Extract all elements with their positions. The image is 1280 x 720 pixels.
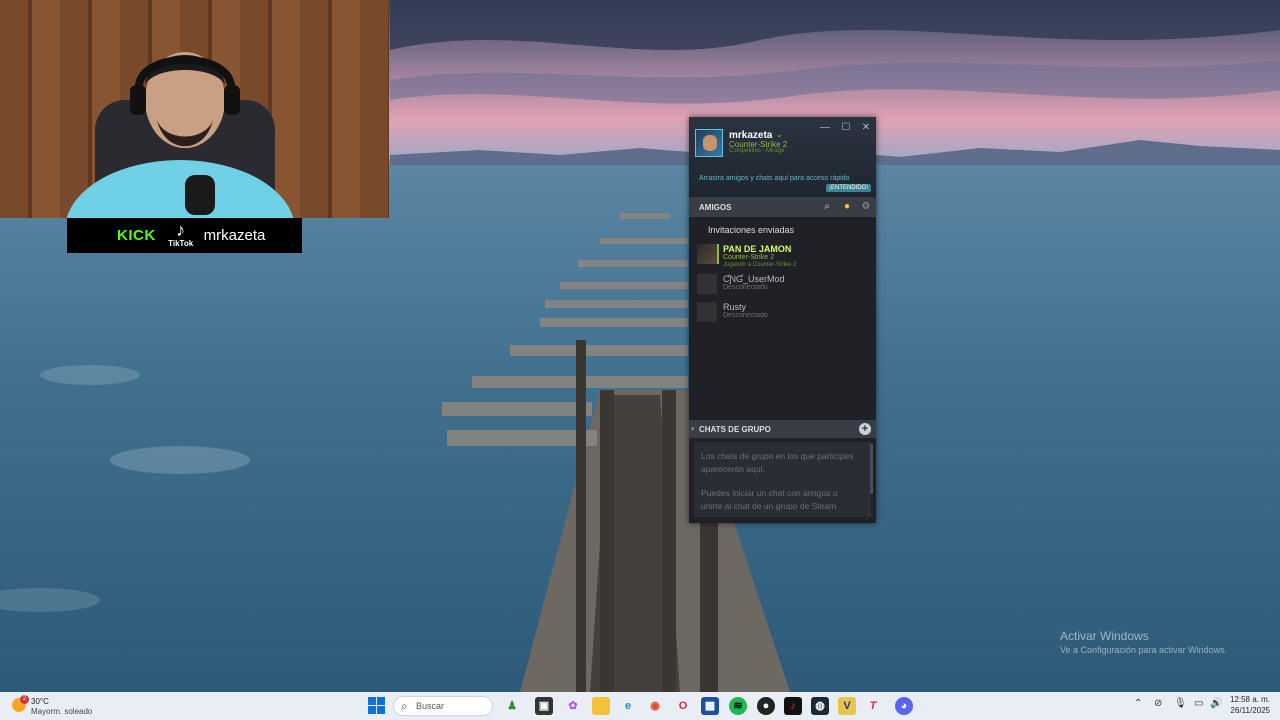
start-button[interactable] [368, 697, 385, 714]
spotify-icon[interactable]: ≋ [729, 697, 747, 715]
chess-widget-icon[interactable]: ♟ [503, 697, 521, 715]
display-icon[interactable]: ▭ [1194, 698, 1203, 709]
group-chats-header[interactable]: ▾ CHATS DE GRUPO + [689, 420, 876, 438]
user-game-status: Competitivo - Mirage [729, 148, 785, 154]
friend-status: Desconectado [723, 312, 768, 319]
search-icon[interactable]: ⌕ [821, 201, 833, 213]
activate-windows-subtitle: Ve a Configuración para activar Windows. [1060, 645, 1228, 655]
weather-desc: Mayorm. soleado [31, 707, 93, 716]
store-icon[interactable]: ▦ [701, 697, 719, 715]
user-avatar[interactable] [695, 129, 723, 157]
collapse-icon[interactable]: ▾ [691, 425, 695, 433]
notification-badge: 2 [20, 695, 29, 704]
group-chats-empty-text: Los chats de grupo en los que participes… [701, 451, 854, 474]
weather-widget[interactable]: 2 30°C Mayorm. soleado [12, 695, 112, 717]
microphone-icon[interactable]: 🎙 [1174, 698, 1187, 709]
add-group-chat-button[interactable]: + [859, 423, 871, 435]
friends-title: AMIGOS [699, 203, 732, 212]
user-profile-header: mrkazeta ⌄ Counter-Strike 2 Competitivo … [689, 117, 876, 197]
steam-friends-window: mrkazeta ⌄ Counter-Strike 2 Competitivo … [689, 117, 876, 523]
favorites-tip: Arrastra amigos y chats aquí para acceso… [699, 175, 850, 182]
network-off-icon[interactable]: ⊘ [1154, 698, 1162, 709]
volume-icon[interactable]: 🔊 [1210, 698, 1222, 709]
sent-invites-label[interactable]: Invitaciones enviadas [708, 225, 794, 235]
add-friend-icon[interactable]: ● [841, 201, 853, 213]
chrome-icon[interactable]: ◉ [646, 697, 664, 715]
group-chats-hint-text: Puedes iniciar un chat con amigos o unir… [701, 488, 838, 511]
clock-date: 26/11/2025 [1230, 706, 1270, 715]
friend-name: PAN DE JAMON [723, 244, 792, 254]
scrollbar[interactable] [870, 444, 873, 494]
minimize-button[interactable]: — [818, 121, 832, 135]
search-placeholder: Buscar [416, 701, 445, 711]
friend-status: Jugando a Counter-Strike 2 [723, 262, 797, 268]
opera-icon[interactable]: O [674, 697, 692, 715]
taskbar-search[interactable]: ⌕ Buscar [393, 696, 493, 716]
copilot-icon[interactable]: ✿ [564, 697, 582, 715]
activate-windows-title: Activar Windows [1060, 629, 1149, 643]
edge-icon[interactable]: e [619, 697, 637, 715]
friend-name: ƇƝƓ_UserMod [723, 274, 785, 284]
close-button[interactable]: ✕ [859, 121, 873, 135]
friend-item[interactable]: Rusty Desconectado [697, 302, 872, 328]
typing-app-icon[interactable]: T [864, 697, 882, 715]
friend-avatar [697, 244, 719, 264]
got-it-button[interactable]: ¡ENTENDIDO! [826, 184, 871, 192]
friend-status: Desconectado [723, 284, 768, 291]
music-note-icon: ♪ [176, 219, 186, 240]
tray-chevron-icon[interactable]: ⌃ [1134, 698, 1142, 709]
tiktok-icon: ♪ TikTok [166, 221, 196, 251]
valorant-icon[interactable]: V [838, 697, 856, 715]
group-chats-panel: Los chats de grupo en los que participes… [694, 442, 871, 517]
clock[interactable]: 12:58 a. m. 26/11/2025 [1226, 694, 1270, 716]
file-explorer-icon[interactable] [592, 697, 610, 715]
task-view-icon[interactable]: ▣ [535, 697, 553, 715]
stream-banner: KICK ♪ TikTok mrkazeta [67, 218, 302, 253]
friend-item[interactable]: PAN DE JAMON Counter-Strike 2 Jugando a … [697, 244, 872, 270]
streamer-image [66, 52, 294, 218]
channel-name: mrkazeta [203, 227, 266, 244]
tiktok-label: TikTok [168, 238, 194, 248]
friend-game: Counter-Strike 2 [723, 254, 774, 261]
group-chats-title: CHATS DE GRUPO [699, 425, 771, 434]
steam-icon[interactable]: ◍ [811, 697, 829, 715]
discord-icon[interactable]: ◕ [895, 697, 913, 715]
activate-windows-watermark: Activar Windows Ve a Configuración para … [1060, 629, 1227, 655]
weather-temp: 30°C [31, 697, 49, 706]
kick-logo: KICK [117, 227, 156, 244]
status-dropdown-icon[interactable]: ⌄ [776, 130, 783, 139]
tiktok-app-icon[interactable]: ♪ [784, 697, 802, 715]
clock-time: 12:58 a. m. [1229, 695, 1270, 704]
search-icon: ⌕ [401, 699, 408, 713]
maximize-button[interactable]: ☐ [839, 121, 853, 135]
webcam-overlay [0, 0, 389, 218]
friend-name: Rusty [723, 302, 747, 312]
taskbar: 2 30°C Mayorm. soleado ⌕ Buscar ♟ ▣ ✿ e … [0, 692, 1280, 720]
obs-icon[interactable]: ● [757, 697, 775, 715]
settings-icon[interactable]: ⚙ [860, 201, 872, 213]
friend-avatar [697, 302, 717, 322]
friend-item[interactable]: ƇƝƓ_UserMod Desconectado [697, 274, 872, 300]
friend-avatar [697, 274, 717, 294]
friends-header: AMIGOS ⌕ ● ⚙ [689, 197, 876, 217]
resize-grip-icon[interactable]: ⋰ [865, 513, 872, 521]
